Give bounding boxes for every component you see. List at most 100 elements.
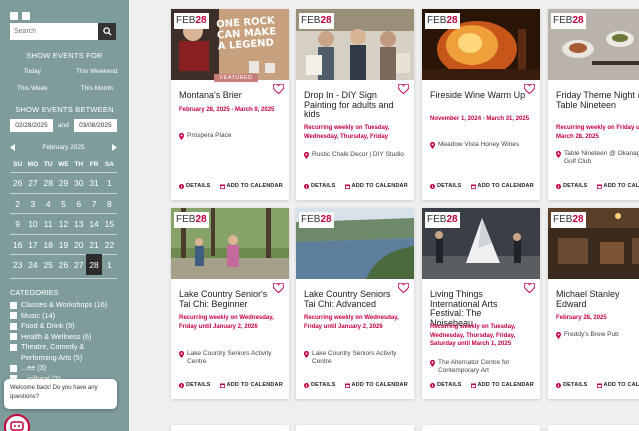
calendar-day[interactable]: 18	[40, 233, 56, 255]
event-card[interactable]: FEB28 Lake Country Senior's Tai Chi: Beg…	[171, 208, 289, 399]
add-to-calendar-button[interactable]: ADD TO CALENDAR	[219, 183, 283, 189]
calendar-day[interactable]: 2	[10, 192, 26, 214]
calendar-day[interactable]: 8	[101, 192, 117, 214]
event-title[interactable]: Lake Country Seniors Tai Chi: Advanced	[304, 289, 400, 309]
event-card[interactable]: FEB28 Michael Stanley Edward February 28…	[548, 208, 639, 399]
calendar-day[interactable]: 7	[86, 192, 102, 214]
search-icon	[102, 27, 112, 36]
details-button[interactable]: DETAILS	[179, 183, 211, 189]
this-week-link[interactable]: This Week	[0, 85, 65, 92]
calendar-day[interactable]: 30	[71, 172, 87, 193]
calendar-day[interactable]: 5	[55, 192, 72, 214]
date-to-field[interactable]: 03/08/2025	[73, 119, 117, 132]
category-checkbox[interactable]	[10, 333, 17, 340]
category-item[interactable]: ...ee (3)	[10, 363, 120, 374]
calendar-day[interactable]: 22	[101, 233, 117, 255]
calendar-day[interactable]: 27	[71, 254, 87, 275]
details-button[interactable]: DETAILS	[179, 382, 211, 388]
event-card[interactable]: FEB28 Living Things International Arts F…	[422, 208, 540, 399]
details-button[interactable]: DETAILS	[430, 382, 462, 388]
calendar-day[interactable]: 17	[25, 233, 41, 255]
add-to-calendar-button[interactable]: ADD TO CALENDAR	[470, 382, 534, 388]
event-card[interactable]: FEB28 Friday Theme Night @ Table Ninetee…	[548, 9, 639, 200]
event-title[interactable]: Friday Theme Night @ Table Nineteen	[556, 90, 639, 110]
details-button[interactable]: DETAILS	[430, 183, 462, 189]
event-card-next-row[interactable]	[422, 425, 540, 431]
add-to-calendar-button[interactable]: ADD TO CALENDAR	[344, 382, 408, 388]
calendar-day[interactable]: 6	[71, 192, 87, 214]
card-actions: DETAILS ADD TO CALENDAR	[304, 183, 408, 189]
this-month-link[interactable]: This Month	[65, 85, 130, 92]
add-to-calendar-button[interactable]: ADD TO CALENDAR	[344, 183, 408, 189]
date-from-field[interactable]: 02/28/2025	[10, 119, 53, 132]
calendar-day[interactable]: 24	[25, 254, 41, 275]
calendar-day[interactable]: 9	[10, 213, 26, 234]
calendar-day[interactable]: 16	[10, 233, 26, 255]
event-grid: ONE ROCK CAN MAKE A LEGEND FEB28 FEATURE…	[129, 0, 639, 431]
print-icon[interactable]	[22, 12, 30, 20]
calendar-day[interactable]: 20	[71, 233, 87, 255]
details-button[interactable]: DETAILS	[556, 183, 588, 189]
event-card[interactable]: ONE ROCK CAN MAKE A LEGEND FEB28 FEATURE…	[171, 9, 289, 200]
search-button[interactable]	[98, 23, 116, 40]
add-to-calendar-button[interactable]: ADD TO CALENDAR	[219, 382, 283, 388]
event-card[interactable]: FEB28 Fireside Wine Warm Up November 1, …	[422, 9, 540, 200]
calendar-day[interactable]: 31	[86, 172, 102, 193]
details-button[interactable]: DETAILS	[304, 183, 336, 189]
event-card[interactable]: FEB28 Lake Country Seniors Tai Chi: Adva…	[296, 208, 414, 399]
category-item[interactable]: Food & Drink (9)	[10, 321, 120, 332]
calendar-day[interactable]: 1	[101, 254, 117, 275]
category-item[interactable]: Classes & Workshops (16)	[10, 300, 120, 311]
event-card[interactable]: FEB28 Drop In - DIY Sign Painting for ad…	[296, 9, 414, 200]
calendar-day[interactable]: 13	[71, 213, 87, 234]
event-title[interactable]: Michael Stanley Edward	[556, 289, 639, 309]
search-input[interactable]	[10, 23, 98, 40]
event-title[interactable]: Fireside Wine Warm Up	[430, 90, 526, 101]
calendar-day[interactable]: 29	[55, 172, 72, 193]
add-to-calendar-button[interactable]: ADD TO CALENDAR	[596, 382, 639, 388]
event-title[interactable]: Lake Country Senior's Tai Chi: Beginner	[179, 289, 275, 309]
calendar-day[interactable]: 28	[40, 172, 56, 193]
details-label: DETAILS	[563, 382, 588, 388]
details-button[interactable]: DETAILS	[556, 382, 588, 388]
event-card-next-row[interactable]	[171, 425, 289, 431]
calendar-day[interactable]: 14	[86, 213, 102, 234]
calendar-day-selected[interactable]: 28	[86, 254, 102, 275]
add-to-calendar-button[interactable]: ADD TO CALENDAR	[470, 183, 534, 189]
calendar-day[interactable]: 11	[40, 213, 56, 234]
event-title[interactable]: Drop In - DIY Sign Painting for adults a…	[304, 90, 400, 120]
calendar-day[interactable]: 23	[10, 254, 26, 275]
category-item[interactable]: Health & Wellness (6)	[10, 332, 120, 343]
calendar-day[interactable]: 25	[40, 254, 56, 275]
category-checkbox[interactable]	[10, 343, 17, 351]
chat-bubble[interactable]: Welcome back! Do you have any questions?	[4, 379, 117, 409]
calendar-day[interactable]: 27	[25, 172, 41, 193]
calendar-day[interactable]: 19	[55, 233, 72, 255]
this-weekend-link[interactable]: This Weekend	[65, 68, 130, 75]
category-checkbox[interactable]	[10, 322, 17, 330]
details-button[interactable]: DETAILS	[304, 382, 336, 388]
rss-icon[interactable]	[10, 12, 18, 20]
today-link[interactable]: Today	[0, 68, 65, 75]
calendar-day[interactable]: 10	[25, 213, 41, 234]
category-checkbox[interactable]	[10, 364, 17, 372]
calendar-day[interactable]: 26	[55, 254, 72, 275]
category-label: Theatre, Comedy & Performing Arts (5)	[21, 342, 85, 362]
prev-month-icon[interactable]	[10, 143, 16, 151]
event-card-next-row[interactable]	[548, 425, 639, 431]
calendar-day[interactable]: 15	[101, 213, 117, 234]
add-to-calendar-button[interactable]: ADD TO CALENDAR	[596, 183, 639, 189]
calendar-day[interactable]: 12	[55, 213, 72, 234]
category-item[interactable]: Music (14)	[10, 311, 120, 322]
event-title[interactable]: Montana's Brier	[179, 90, 275, 101]
calendar-day[interactable]: 4	[40, 192, 56, 214]
calendar-day[interactable]: 1	[101, 172, 117, 193]
category-checkbox[interactable]	[10, 301, 17, 309]
event-card-next-row[interactable]	[296, 425, 414, 431]
category-checkbox[interactable]	[10, 312, 17, 319]
next-month-icon[interactable]	[111, 143, 117, 151]
calendar-day[interactable]: 21	[86, 233, 102, 255]
calendar-day[interactable]: 3	[25, 192, 41, 214]
calendar-day[interactable]: 26	[10, 172, 26, 193]
category-item[interactable]: Theatre, Comedy & Performing Arts (5)	[10, 342, 120, 363]
